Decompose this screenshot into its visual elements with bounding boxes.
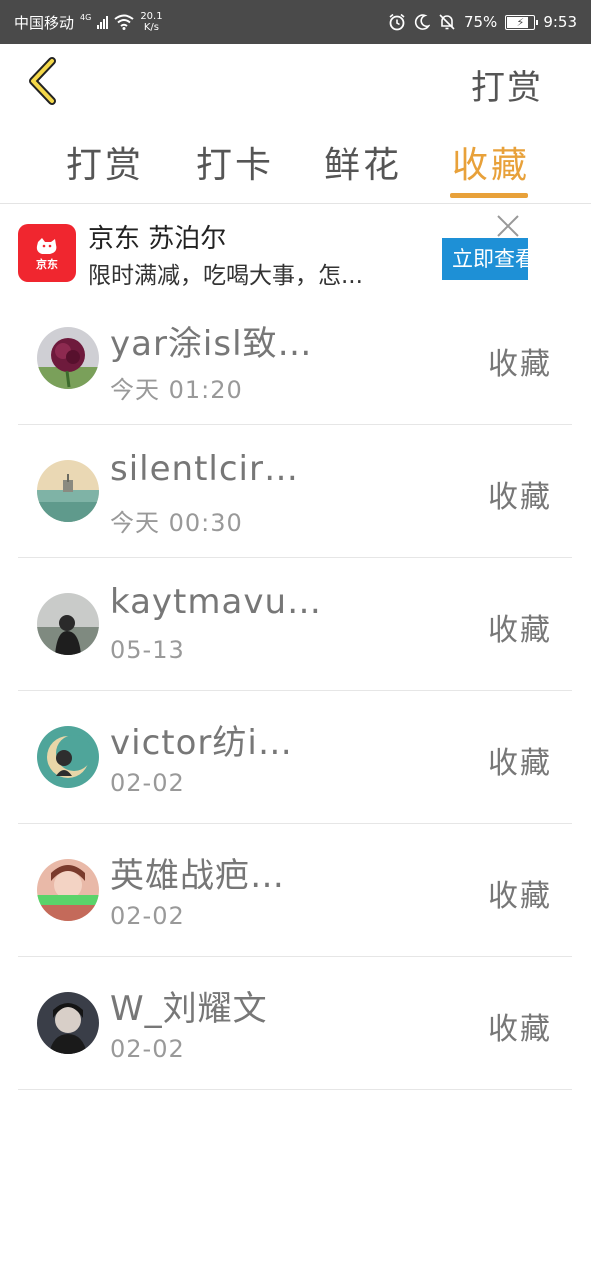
timestamp: 02-02 bbox=[110, 1035, 185, 1063]
timestamp: 02-02 bbox=[110, 769, 185, 797]
favorite-action[interactable]: 收藏 bbox=[488, 738, 552, 782]
user-name: W_刘耀文 bbox=[110, 989, 268, 1029]
list-item[interactable]: yar涂isl致… 今天 01:20 收藏 bbox=[18, 292, 572, 425]
ad-title: 京东 苏泊尔 bbox=[88, 224, 227, 254]
favorite-action[interactable]: 收藏 bbox=[488, 871, 552, 915]
favorite-action[interactable]: 收藏 bbox=[488, 605, 552, 649]
carrier-name: 中国移动 bbox=[14, 13, 75, 32]
signal-icon bbox=[97, 15, 109, 29]
avatar[interactable] bbox=[37, 859, 99, 921]
alarm-icon bbox=[389, 13, 405, 31]
timestamp: 02-02 bbox=[110, 902, 185, 930]
status-bar: 中国移动 4G 20.1 K/s 75% ⚡ 9:53 bbox=[0, 0, 591, 44]
ad-view-now-button[interactable]: 立即查看 bbox=[442, 238, 528, 280]
active-tab-indicator bbox=[450, 193, 528, 198]
list-item[interactable]: W_刘耀文 02-02 收藏 bbox=[18, 957, 572, 1090]
ad-close-icon[interactable] bbox=[494, 212, 522, 240]
header-reward-button[interactable]: 打赏 bbox=[471, 60, 543, 109]
list-item[interactable]: 英雄战疤… 02-02 收藏 bbox=[18, 824, 572, 957]
jd-logo: 京东 bbox=[18, 224, 76, 282]
list-item[interactable]: silentlcir… 今天 00:30 收藏 bbox=[18, 425, 572, 558]
avatar[interactable] bbox=[37, 726, 99, 788]
wifi-icon bbox=[114, 14, 134, 30]
timestamp: 今天 00:30 bbox=[110, 509, 243, 537]
battery-icon: ⚡ bbox=[505, 14, 539, 30]
moon-icon bbox=[414, 14, 430, 30]
jd-logo-text: 京东 bbox=[36, 257, 58, 271]
ad-banner[interactable]: 京东 京东 苏泊尔 限时满减，吃喝大事，怎... 立即查看 bbox=[0, 206, 591, 298]
ad-description: 限时满减，吃喝大事，怎... bbox=[88, 263, 363, 289]
user-name: 英雄战疤… bbox=[110, 856, 285, 896]
favorite-action[interactable]: 收藏 bbox=[488, 472, 552, 516]
network-speed-unit: K/s bbox=[143, 22, 160, 33]
network-speed-value: 20.1 bbox=[140, 11, 163, 22]
tab-favorites[interactable]: 收藏 bbox=[452, 136, 530, 188]
avatar[interactable] bbox=[37, 327, 99, 389]
clock: 9:53 bbox=[543, 13, 577, 31]
network-type: 4G bbox=[80, 12, 92, 22]
favorite-action[interactable]: 收藏 bbox=[488, 1004, 552, 1048]
avatar[interactable] bbox=[37, 460, 99, 522]
mute-bell-icon bbox=[439, 14, 455, 30]
favorites-list: yar涂isl致… 今天 01:20 收藏 silentlcir… 今天 00:… bbox=[18, 292, 572, 1090]
back-arrow-icon bbox=[29, 57, 56, 105]
tab-checkin[interactable]: 打卡 bbox=[196, 136, 274, 188]
back-button[interactable] bbox=[22, 56, 62, 106]
battery-percent: 75% bbox=[463, 13, 498, 31]
user-name: silentlcir… bbox=[110, 449, 299, 489]
tab-reward[interactable]: 打赏 bbox=[66, 136, 144, 188]
network-speed: 20.1 K/s bbox=[140, 11, 162, 33]
list-item[interactable]: victor纺i… 02-02 收藏 bbox=[18, 691, 572, 824]
timestamp: 05-13 bbox=[110, 636, 185, 664]
user-name: yar涂isl致… bbox=[110, 324, 313, 364]
avatar[interactable] bbox=[37, 593, 99, 655]
user-name: kaytmavu… bbox=[110, 582, 323, 622]
header: 打赏 bbox=[0, 44, 591, 120]
tab-bar: 打赏 打卡 鲜花 收藏 bbox=[0, 128, 591, 204]
favorite-action[interactable]: 收藏 bbox=[488, 339, 552, 383]
list-item[interactable]: kaytmavu… 05-13 收藏 bbox=[18, 558, 572, 691]
avatar[interactable] bbox=[37, 992, 99, 1054]
timestamp: 今天 01:20 bbox=[110, 376, 243, 404]
user-name: victor纺i… bbox=[110, 723, 293, 763]
tab-flowers[interactable]: 鲜花 bbox=[324, 136, 402, 188]
jd-dog-icon bbox=[36, 237, 57, 254]
